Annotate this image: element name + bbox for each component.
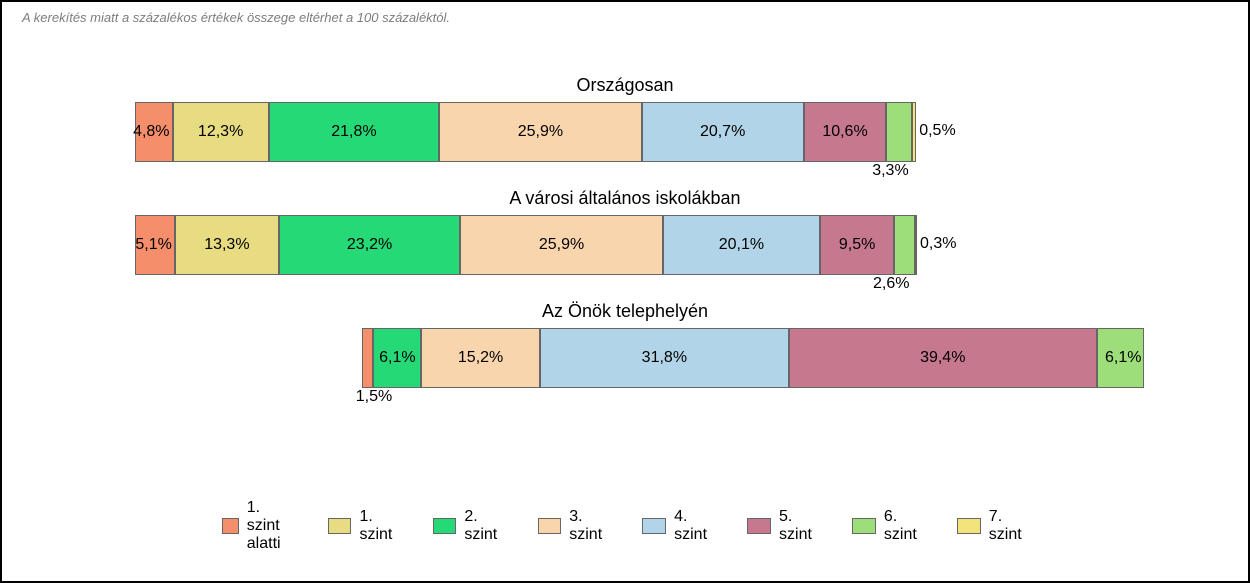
segment-label-below: 1,5%: [356, 388, 392, 406]
legend: 1. szint alatti 1. szint 2. szint 3. szi…: [222, 499, 1028, 553]
swatch-2: [328, 518, 352, 534]
row-group-2: Az Önök telephelyén 6,1%15,2%31,8%39,4%6…: [135, 301, 1115, 388]
bar-segment: 25,9%: [460, 215, 663, 275]
bar-segment: 10,6%: [804, 102, 887, 162]
segment-label: 13,3%: [204, 236, 249, 254]
segment-label-overflow: 0,5%: [919, 122, 955, 142]
bar-segment: 9,5%: [820, 215, 894, 275]
bar-segment: 5,1%: [135, 215, 175, 275]
bar-segment: 12,3%: [173, 102, 269, 162]
segment-label: 20,7%: [700, 123, 745, 141]
chart-area: Országosan 4,8% 12,3% 21,8% 25,9% 20,7% 10,6%…: [135, 75, 1115, 388]
swatch-5: [642, 518, 666, 534]
segment-label: 31,8%: [642, 349, 687, 367]
swatch-8: [957, 518, 981, 534]
legend-label-3: 2. szint: [464, 508, 503, 544]
bar-segment: 20,1%: [663, 215, 820, 275]
row-title-2: Az Önök telephelyén: [135, 301, 1115, 322]
segment-label: 9,5%: [839, 236, 875, 254]
legend-label-2: 1. szint: [359, 508, 398, 544]
bar-row-2: 6,1%15,2%31,8%39,4%6,1%1,5%: [135, 328, 1115, 388]
bar-segment: [912, 102, 916, 162]
bar-segment: 4,8%: [135, 102, 173, 162]
bar-segment: 13,3%: [175, 215, 279, 275]
swatch-7: [852, 518, 876, 534]
rounding-note: A kerekítés miatt a százalékos értékek ö…: [22, 10, 1228, 25]
legend-item-3: 2. szint: [433, 508, 504, 544]
bar-segment: 6,1%: [1097, 328, 1145, 388]
legend-item-5: 4. szint: [642, 508, 713, 544]
bar-segment: [915, 215, 917, 275]
bar-segment: 6,1%: [373, 328, 421, 388]
bar-segment: 20,7%: [642, 102, 804, 162]
bar-row-1: 5,1%13,3%23,2%25,9%20,1%9,5%0,3%2,6%: [135, 215, 1115, 275]
segment-label-overflow: 3,3%: [872, 162, 908, 182]
legend-label-5: 4. szint: [674, 508, 713, 544]
bar-segment: 21,8%: [269, 102, 439, 162]
row-group-0: Országosan 4,8% 12,3% 21,8% 25,9% 20,7% 10,6%…: [135, 75, 1115, 162]
segment-label: 25,9%: [539, 236, 584, 254]
bar-segment: 39,4%: [789, 328, 1097, 388]
bar-segment: 31,8%: [540, 328, 789, 388]
swatch-6: [747, 518, 771, 534]
segment-label: 39,4%: [920, 349, 965, 367]
bar-segment: 15,2%: [421, 328, 540, 388]
bar-segment: [362, 328, 374, 388]
segment-label: 12,3%: [198, 123, 243, 141]
legend-item-1: 1. szint alatti: [222, 499, 294, 553]
segment-label: 6,1%: [379, 349, 415, 367]
legend-item-7: 6. szint: [852, 508, 923, 544]
chart-container: A kerekítés miatt a százalékos értékek ö…: [0, 0, 1250, 583]
legend-item-2: 1. szint: [328, 508, 399, 544]
segment-label: 23,2%: [347, 236, 392, 254]
row-title-1: A városi általános iskolákban: [135, 188, 1115, 209]
legend-label-8: 7. szint: [989, 508, 1028, 544]
legend-label-1: 1. szint alatti: [247, 499, 294, 553]
legend-label-6: 5. szint: [779, 508, 818, 544]
segment-label-overflow: 0,3%: [920, 235, 956, 255]
swatch-4: [538, 518, 562, 534]
row-group-1: A városi általános iskolákban 5,1% 13,3% 2…: [135, 188, 1115, 275]
bar-segment: [894, 215, 914, 275]
legend-item-6: 5. szint: [747, 508, 818, 544]
segment-label: 6,1%: [1105, 349, 1143, 367]
segment-label: 4,8%: [133, 123, 171, 141]
segment-label: 20,1%: [719, 236, 764, 254]
swatch-3: [433, 518, 457, 534]
segment-label: 10,6%: [822, 123, 867, 141]
segment-label-overflow: 2,6%: [873, 275, 909, 295]
legend-label-7: 6. szint: [884, 508, 923, 544]
segment-label: 21,8%: [331, 123, 376, 141]
segment-label: 15,2%: [458, 349, 503, 367]
bar-row-0: 4,8%12,3%21,8%25,9%20,7%10,6%0,5%3,3%: [135, 102, 1115, 162]
segment-label: 25,9%: [518, 123, 563, 141]
swatch-1: [222, 518, 239, 534]
legend-item-8: 7. szint: [957, 508, 1028, 544]
legend-label-4: 3. szint: [569, 508, 608, 544]
row-title-0: Országosan: [135, 75, 1115, 96]
bar-segment: [886, 102, 912, 162]
legend-item-4: 3. szint: [538, 508, 609, 544]
bar-segment: 25,9%: [439, 102, 642, 162]
bar-segment: 23,2%: [279, 215, 460, 275]
segment-label: 5,1%: [135, 236, 173, 254]
